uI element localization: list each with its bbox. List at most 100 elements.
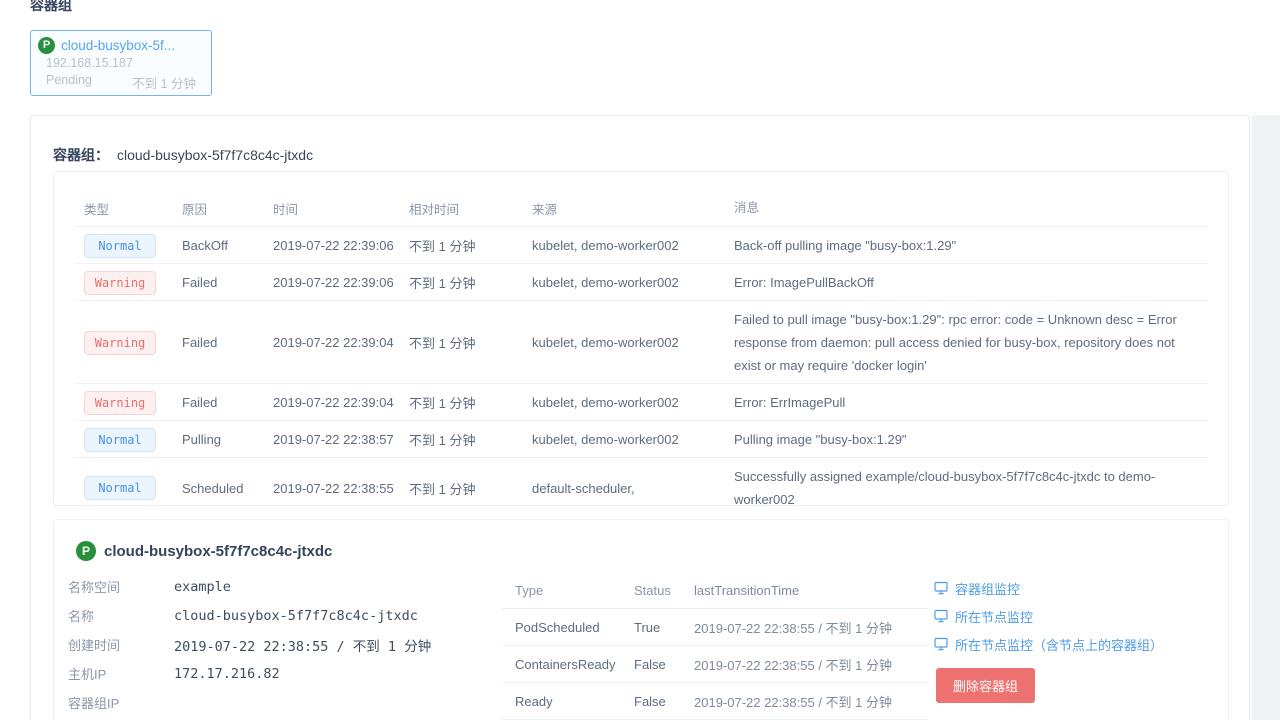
monitor-icon (934, 581, 948, 595)
condition-type: PodScheduled (515, 620, 634, 635)
header-message: 消息 (734, 190, 1198, 227)
event-time: 2019-07-22 22:39:04 (273, 395, 409, 410)
attribute-row: 名称 cloud-busybox-5f7f7c8c4c-jtxdc (68, 601, 431, 630)
pod-card-status: Pending (46, 73, 92, 92)
event-source: default-scheduler, (532, 481, 734, 496)
event-reason: Failed (182, 275, 273, 290)
event-relative: 不到 1 分钟 (409, 333, 532, 352)
event-source: kubelet, demo-worker002 (532, 395, 734, 410)
event-reason: Failed (182, 335, 273, 350)
events-table-card: 类型 原因 时间 相对时间 来源 消息 Normal BackOff 2019-… (53, 171, 1229, 506)
pod-card-ip: 192.168.15.187 (46, 56, 196, 70)
event-message: Error: ImagePullBackOff (734, 264, 1198, 301)
attribute-value: 172.17.216.82 (174, 666, 280, 682)
event-type-badge: Warning (84, 331, 156, 355)
attribute-row: 名称空间 example (68, 572, 431, 601)
node-monitor-link[interactable]: 所在节点监控 (934, 602, 1163, 630)
condition-time: 2019-07-22 22:38:55 / 不到 1 分钟 (694, 618, 928, 637)
attribute-label: 创建时间 (68, 635, 174, 654)
attribute-row: 容器组IP (68, 688, 431, 717)
condition-status: False (634, 657, 694, 672)
pod-attributes-list: 名称空间 example 名称 cloud-busybox-5f7f7c8c4c… (68, 572, 431, 717)
attribute-value: 2019-07-22 22:38:55 / 不到 1 分钟 (174, 635, 431, 655)
attribute-value: cloud-busybox-5f7f7c8c4c-jtxdc (174, 608, 418, 624)
pod-card[interactable]: P cloud-busybox-5f... 192.168.15.187 Pen… (30, 30, 212, 96)
event-message: Successfully assigned example/cloud-busy… (734, 458, 1198, 506)
event-row: Normal BackOff 2019-07-22 22:39:06 不到 1 … (54, 227, 1228, 264)
event-type-badge: Normal (84, 476, 156, 500)
event-row: Normal Scheduled 2019-07-22 22:38:55 不到 … (54, 458, 1228, 506)
header-reason: 原因 (182, 199, 273, 218)
pod-detail-header: P cloud-busybox-5f7f7c8c4c-jtxdc (76, 541, 332, 561)
event-row: Normal Pulling 2019-07-22 22:38:57 不到 1 … (54, 421, 1228, 458)
condition-time: 2019-07-22 22:38:55 / 不到 1 分钟 (694, 655, 928, 674)
event-message: Error: ErrImagePull (734, 384, 1198, 421)
pod-icon: P (76, 541, 96, 561)
monitor-icon (934, 637, 948, 651)
conditions-table: Type Status lastTransitionTime PodSchedu… (502, 572, 928, 720)
node-pods-monitor-link[interactable]: 所在节点监控（含节点上的容器组） (934, 630, 1163, 658)
event-message: Failed to pull image "busy-box:1.29": rp… (734, 301, 1198, 384)
event-source: kubelet, demo-worker002 (532, 275, 734, 290)
event-time: 2019-07-22 22:39:06 (273, 275, 409, 290)
pod-monitor-label: 容器组监控 (955, 579, 1020, 598)
header-relative: 相对时间 (409, 199, 532, 218)
attribute-row: 创建时间 2019-07-22 22:38:55 / 不到 1 分钟 (68, 630, 431, 659)
attribute-label: 容器组IP (68, 693, 174, 712)
delete-pod-button[interactable]: 删除容器组 (936, 668, 1035, 703)
page: 容器组 P cloud-busybox-5f... 192.168.15.187… (0, 0, 1280, 720)
conditions-header: Type Status lastTransitionTime (502, 572, 928, 609)
condition-type: Ready (515, 694, 634, 709)
header-time: 时间 (273, 199, 409, 218)
event-time: 2019-07-22 22:38:57 (273, 432, 409, 447)
event-type-badge: Normal (84, 428, 156, 452)
attribute-label: 名称空间 (68, 577, 174, 596)
header-status: Status (634, 583, 694, 598)
condition-time: 2019-07-22 22:38:55 / 不到 1 分钟 (694, 692, 928, 711)
event-relative: 不到 1 分钟 (409, 236, 532, 255)
events-panel-title-value: cloud-busybox-5f7f7c8c4c-jtxdc (117, 147, 313, 163)
event-source: kubelet, demo-worker002 (532, 432, 734, 447)
monitor-icon (934, 609, 948, 623)
event-source: kubelet, demo-worker002 (532, 335, 734, 350)
pod-detail-title: cloud-busybox-5f7f7c8c4c-jtxdc (104, 543, 332, 560)
pod-attributes-card: P cloud-busybox-5f7f7c8c4c-jtxdc 名称空间 ex… (53, 519, 1229, 720)
event-type-badge: Warning (84, 271, 156, 295)
condition-row: Ready False 2019-07-22 22:38:55 / 不到 1 分… (502, 683, 928, 720)
pod-card-name-link[interactable]: cloud-busybox-5f... (61, 38, 175, 53)
event-relative: 不到 1 分钟 (409, 430, 532, 449)
events-panel-title-label: 容器组： (53, 147, 109, 163)
header-type: Type (515, 583, 634, 598)
scrollbar-track[interactable] (1252, 115, 1280, 720)
event-relative: 不到 1 分钟 (409, 479, 532, 498)
event-reason: Pulling (182, 432, 273, 447)
condition-type: ContainersReady (515, 657, 634, 672)
attribute-label: 名称 (68, 606, 174, 625)
header-last-transition-time: lastTransitionTime (694, 583, 928, 598)
condition-row: PodScheduled True 2019-07-22 22:38:55 / … (502, 609, 928, 646)
pod-actions: 容器组监控 所在节点监控 (934, 574, 1163, 703)
attribute-value: example (174, 579, 231, 595)
pod-icon: P (38, 37, 55, 54)
event-relative: 不到 1 分钟 (409, 393, 532, 412)
event-relative: 不到 1 分钟 (409, 273, 532, 292)
events-table-header: 类型 原因 时间 相对时间 来源 消息 (54, 190, 1228, 227)
event-time: 2019-07-22 22:39:04 (273, 335, 409, 350)
events-table: 类型 原因 时间 相对时间 来源 消息 Normal BackOff 2019-… (54, 172, 1228, 506)
events-panel-title: 容器组： cloud-busybox-5f7f7c8c4c-jtxdc (53, 145, 313, 165)
event-reason: Failed (182, 395, 273, 410)
condition-status: True (634, 620, 694, 635)
pod-detail-panel: 容器组： cloud-busybox-5f7f7c8c4c-jtxdc 类型 原因… (30, 115, 1250, 720)
event-row: Warning Failed 2019-07-22 22:39:04 不到 1 … (54, 301, 1228, 384)
header-type: 类型 (84, 199, 182, 218)
event-reason: BackOff (182, 238, 273, 253)
header-source: 来源 (532, 199, 734, 218)
pod-monitor-link[interactable]: 容器组监控 (934, 574, 1163, 602)
event-source: kubelet, demo-worker002 (532, 238, 734, 253)
event-time: 2019-07-22 22:38:55 (273, 481, 409, 496)
event-reason: Scheduled (182, 481, 273, 496)
event-time: 2019-07-22 22:39:06 (273, 238, 409, 253)
node-monitor-label: 所在节点监控 (955, 607, 1033, 626)
pod-card-age: 不到 1 分钟 (132, 73, 196, 92)
page-title: 容器组 (30, 0, 72, 15)
